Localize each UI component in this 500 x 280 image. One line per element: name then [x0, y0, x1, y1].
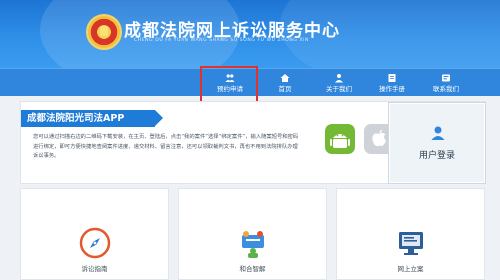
nav-label: 关于我们 — [326, 85, 352, 93]
app-description: 您可以通过扫描右边的二维码下载安装，在主页、登陆后，点击“我的案件”选择“绑定案… — [33, 134, 299, 159]
user-login-button[interactable]: 用户登录 — [388, 102, 486, 184]
contact-icon — [418, 73, 474, 85]
service-cards: 诉讼指南 和合智解 网上立案 — [20, 188, 486, 280]
login-label: 用户登录 — [418, 151, 455, 161]
service-label: 网上立案 — [397, 265, 424, 273]
nav-label: 首页 — [278, 85, 292, 93]
nav-item-manual[interactable]: 操作手册 — [364, 69, 420, 97]
service-card-mediation[interactable]: 和合智解 — [178, 188, 327, 280]
people-icon — [311, 73, 367, 85]
user-icon — [428, 123, 448, 143]
site-subtitle: CHENG DU FA YUAN WANG SHANG SU SONG FU W… — [134, 38, 310, 43]
book-icon — [364, 73, 420, 85]
nav-highlight-box — [200, 66, 258, 106]
app-banner: 成都法院阳光司法APP — [21, 110, 163, 127]
service-label: 诉讼指南 — [81, 265, 108, 273]
home-icon — [257, 73, 313, 85]
android-icon[interactable] — [325, 124, 355, 154]
service-card-online-filing[interactable]: 网上立案 — [336, 188, 485, 280]
nav-item-home[interactable]: 首页 — [257, 69, 313, 97]
nav-item-contact[interactable]: 联系我们 — [418, 69, 474, 97]
service-card-litigation-guide[interactable]: 诉讼指南 — [20, 188, 169, 280]
nav-item-about[interactable]: 关于我们 — [311, 69, 367, 97]
page: 成都法院网上诉讼服务中心 CHENG DU FA YUAN WANG SHANG… — [0, 0, 500, 280]
service-label: 和合智解 — [239, 265, 266, 273]
nav-label: 联系我们 — [433, 85, 459, 93]
filing-icon — [395, 227, 427, 259]
mediation-icon — [237, 227, 269, 259]
site-header: 成都法院网上诉讼服务中心 CHENG DU FA YUAN WANG SHANG… — [0, 0, 500, 68]
compass-icon — [79, 227, 111, 259]
court-emblem-logo — [86, 14, 122, 50]
nav-label: 操作手册 — [379, 85, 405, 93]
